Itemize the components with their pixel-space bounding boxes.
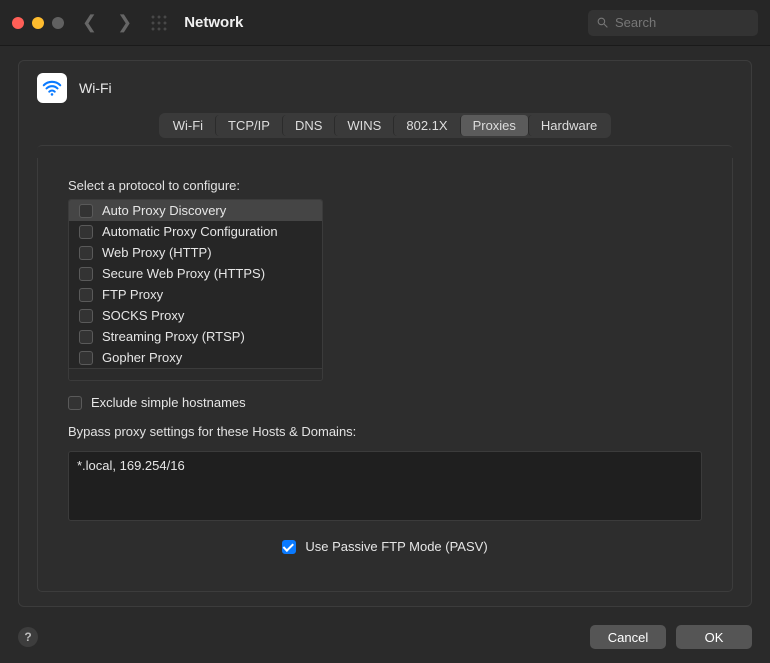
tab-wi-fi[interactable]: Wi-Fi xyxy=(161,115,215,136)
protocol-row[interactable]: Secure Web Proxy (HTTPS) xyxy=(69,263,322,284)
window-controls xyxy=(12,17,64,29)
protocol-checkbox[interactable] xyxy=(79,225,93,239)
protocol-row[interactable]: Streaming Proxy (RTSP) xyxy=(69,326,322,347)
protocol-checkbox[interactable] xyxy=(79,246,93,260)
tab-bar: Wi-FiTCP/IPDNSWINS802.1XProxiesHardware xyxy=(159,113,612,138)
protocol-list-footer xyxy=(69,368,322,380)
protocol-label: FTP Proxy xyxy=(102,287,163,302)
protocol-label: Automatic Proxy Configuration xyxy=(102,224,278,239)
interface-name: Wi-Fi xyxy=(79,80,112,96)
settings-panel: Wi-Fi Wi-FiTCP/IPDNSWINS802.1XProxiesHar… xyxy=(18,60,752,607)
search-icon xyxy=(596,16,609,29)
protocol-checkbox[interactable] xyxy=(79,330,93,344)
show-all-icon[interactable] xyxy=(150,14,168,32)
passive-ftp-label: Use Passive FTP Mode (PASV) xyxy=(305,539,487,554)
passive-ftp-checkbox[interactable] xyxy=(282,540,296,554)
search-field[interactable]: Search xyxy=(588,10,758,36)
protocol-label: Auto Proxy Discovery xyxy=(102,203,226,218)
protocol-label: Gopher Proxy xyxy=(102,350,182,365)
forward-button[interactable]: ❯ xyxy=(117,12,132,33)
protocol-checkbox[interactable] xyxy=(79,288,93,302)
close-window-button[interactable] xyxy=(12,17,24,29)
protocol-row[interactable]: Auto Proxy Discovery xyxy=(69,200,322,221)
protocol-label: Streaming Proxy (RTSP) xyxy=(102,329,245,344)
proxies-pane: Select a protocol to configure: Auto Pro… xyxy=(37,158,733,592)
protocol-checkbox[interactable] xyxy=(79,204,93,218)
network-preferences-window: ❮ ❯ Network Search Wi-Fi Wi-FiTC xyxy=(0,0,770,663)
tab-wins[interactable]: WINS xyxy=(334,115,393,136)
interface-header: Wi-Fi xyxy=(37,73,733,103)
tab-hardware[interactable]: Hardware xyxy=(528,115,609,136)
bypass-hosts-value: *.local, 169.254/16 xyxy=(77,458,185,473)
tab-802-1x[interactable]: 802.1X xyxy=(393,115,459,136)
protocol-row[interactable]: Automatic Proxy Configuration xyxy=(69,221,322,242)
cancel-button[interactable]: Cancel xyxy=(590,625,666,649)
tab-tcp-ip[interactable]: TCP/IP xyxy=(215,115,282,136)
protocol-checkbox[interactable] xyxy=(79,351,93,365)
search-placeholder: Search xyxy=(615,15,656,30)
tab-dns[interactable]: DNS xyxy=(282,115,334,136)
titlebar: ❮ ❯ Network Search xyxy=(0,0,770,46)
bypass-label: Bypass proxy settings for these Hosts & … xyxy=(68,424,702,439)
exclude-simple-hostnames-label: Exclude simple hostnames xyxy=(91,395,246,410)
ok-button[interactable]: OK xyxy=(676,625,752,649)
zoom-window-button[interactable] xyxy=(52,17,64,29)
dialog-footer: ? Cancel OK xyxy=(0,619,770,663)
protocol-row[interactable]: Gopher Proxy xyxy=(69,347,322,368)
help-button[interactable]: ? xyxy=(18,627,38,647)
nav-arrows: ❮ ❯ xyxy=(82,12,132,33)
passive-ftp-row[interactable]: Use Passive FTP Mode (PASV) xyxy=(68,539,702,554)
exclude-simple-hostnames-checkbox[interactable] xyxy=(68,396,82,410)
protocol-list[interactable]: Auto Proxy Discovery Automatic Proxy Conf… xyxy=(68,199,323,381)
protocol-row[interactable]: SOCKS Proxy xyxy=(69,305,322,326)
window-title: Network xyxy=(184,14,243,31)
select-protocol-label: Select a protocol to configure: xyxy=(68,178,702,193)
protocol-label: Web Proxy (HTTP) xyxy=(102,245,212,260)
protocol-label: Secure Web Proxy (HTTPS) xyxy=(102,266,265,281)
bypass-hosts-field[interactable]: *.local, 169.254/16 xyxy=(68,451,702,521)
protocol-label: SOCKS Proxy xyxy=(102,308,184,323)
protocol-row[interactable]: FTP Proxy xyxy=(69,284,322,305)
wifi-icon xyxy=(37,73,67,103)
protocol-checkbox[interactable] xyxy=(79,309,93,323)
protocol-row[interactable]: Web Proxy (HTTP) xyxy=(69,242,322,263)
minimize-window-button[interactable] xyxy=(32,17,44,29)
tab-proxies[interactable]: Proxies xyxy=(460,115,528,136)
exclude-simple-hostnames-row[interactable]: Exclude simple hostnames xyxy=(68,395,702,410)
protocol-checkbox[interactable] xyxy=(79,267,93,281)
back-button[interactable]: ❮ xyxy=(82,12,97,33)
